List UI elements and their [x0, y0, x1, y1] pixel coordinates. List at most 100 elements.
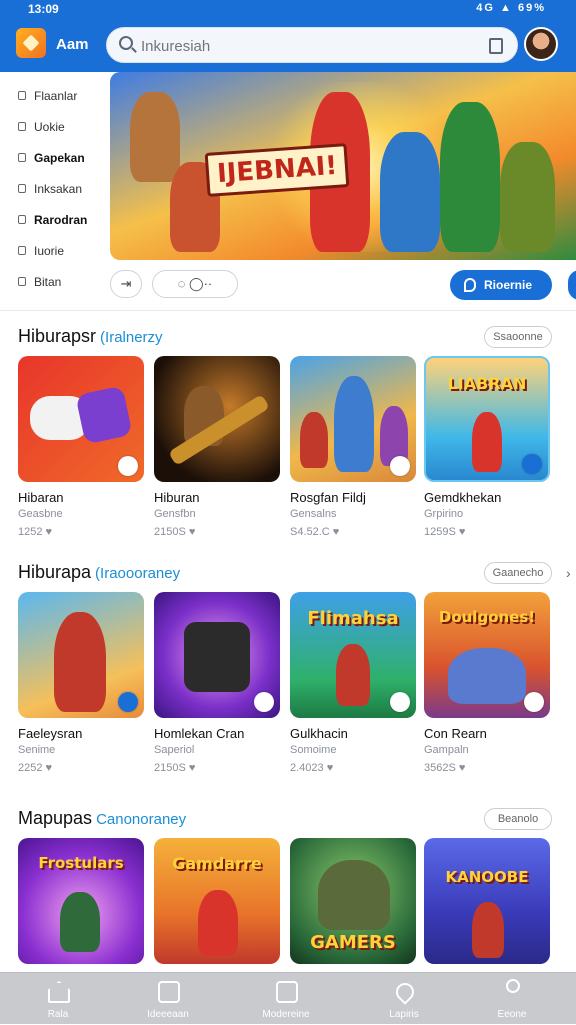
thumbnail-title: Frostulars [38, 854, 124, 872]
hero-character [500, 142, 555, 252]
character-shape [300, 412, 328, 468]
thumbnail-title: Gamdarre [172, 854, 262, 873]
game-rating: 2150S ♥ [154, 762, 196, 774]
sidebar-item-label: Flaanlar [34, 89, 78, 103]
game-rating: 2252 ♥ [18, 762, 53, 774]
sidebar-item-3[interactable]: Gapekan [0, 142, 108, 173]
game-thumbnail [18, 356, 144, 482]
nav-item-music[interactable]: Modereine [230, 973, 342, 1025]
game-rating: 1252 ♥ [18, 526, 53, 538]
badge-icon [118, 692, 138, 712]
game-genre: Geasbne [18, 508, 63, 520]
search-input[interactable] [141, 35, 471, 57]
sidebar-item-icon [18, 122, 26, 131]
game-name: Rosgfan Fildj [290, 490, 366, 505]
game-thumbnail [18, 592, 144, 718]
section-3: Mapupas Canonoraney Beanolo Frostulars Ga… [0, 808, 576, 972]
chevron-right-icon[interactable]: › [566, 565, 571, 581]
search-bar[interactable] [106, 27, 518, 63]
badge-icon [522, 454, 542, 474]
section-2: Hiburapa (Iraoooraney Gaanecho › Faeleysr… [0, 562, 576, 774]
sidebar-item-icon [18, 184, 26, 193]
thumbnail-title: KANOOBE [445, 868, 529, 886]
hero-banner[interactable]: IJEBNAI! [110, 72, 576, 260]
hero-character [130, 92, 180, 182]
hero-control-a[interactable]: ⇥ [110, 270, 142, 298]
status-icons: 4G ▲ 69% [476, 2, 546, 14]
game-rating: 2150S ♥ [154, 526, 196, 538]
avatar[interactable] [524, 27, 558, 61]
sidebar-item-1[interactable]: Flaanlar [0, 80, 108, 111]
game-thumbnail: Doulgones! [424, 592, 550, 718]
nav-item-calendar[interactable]: Ideeeaan [112, 973, 224, 1025]
section-subtitle[interactable]: Canonoraney [96, 811, 186, 828]
section-title-text: Hiburapa [18, 562, 92, 582]
sidebar-item-7[interactable]: Bitan [0, 266, 108, 297]
sidebar-item-icon [18, 215, 26, 224]
bottom-nav: Rala Ideeeaan Modereine Lapiris Eeone [0, 972, 576, 1024]
game-genre: Grpirino [424, 508, 464, 520]
game-name: Hibaran [18, 490, 64, 505]
section-see-all-button[interactable]: Beanolo [484, 808, 552, 830]
thumbnail-title: Flimahsa [307, 608, 399, 629]
character-shape [60, 892, 100, 952]
hero-character [440, 102, 500, 252]
section-subtitle[interactable]: (Iralnerzy [100, 329, 163, 346]
game-rating: S4.52.C ♥ [290, 526, 340, 538]
hero-character [380, 132, 440, 252]
hero-control-b[interactable]: ◌ ◯·· [152, 270, 238, 298]
sidebar-item-label: Uokie [34, 120, 65, 134]
sidebar-item-4[interactable]: Inksakan [0, 173, 108, 204]
game-thumbnail: Frostulars [18, 838, 144, 964]
sidebar: Flaanlar Uokie Gapekan Inksakan Rarodran… [0, 80, 108, 297]
search-icon [119, 36, 133, 50]
sidebar-item-icon [18, 246, 26, 255]
badge-icon [118, 456, 138, 476]
thumbnail-title: LIABRAN [447, 374, 527, 393]
badge-icon [390, 456, 410, 476]
sidebar-item-6[interactable]: Iuorie [0, 235, 108, 266]
app-logo-icon[interactable] [16, 28, 46, 58]
nav-item-profile[interactable]: Eeone [456, 973, 568, 1025]
nav-label: Ideeeaan [147, 1009, 189, 1020]
app-name: Aam [56, 36, 89, 53]
heart-icon [392, 979, 418, 1005]
user-icon [506, 979, 520, 993]
sidebar-item-label: Iuorie [34, 244, 65, 258]
badge-icon [524, 692, 544, 712]
game-genre: Saperiol [154, 744, 195, 756]
bookmark-icon[interactable] [489, 38, 503, 54]
sidebar-item-label: Rarodran [34, 213, 88, 227]
hero-cta-next[interactable] [568, 270, 576, 300]
divider [0, 310, 576, 311]
game-thumbnail [154, 592, 280, 718]
chat-icon [464, 278, 476, 292]
game-thumbnail: GAMERS [290, 838, 416, 964]
monster-shape [318, 860, 390, 930]
sidebar-item-icon [18, 153, 26, 162]
sidebar-item-5[interactable]: Rarodran [0, 204, 108, 235]
thumbnail-title: Doulgones! [438, 608, 536, 626]
nav-item-favorites[interactable]: Lapiris [348, 973, 460, 1025]
game-thumbnail: Flimahsa [290, 592, 416, 718]
nav-label: Modereine [262, 1009, 310, 1020]
character-shape [472, 902, 504, 958]
game-thumbnail [154, 356, 280, 482]
game-rating: 1259S ♥ [424, 526, 466, 538]
section-see-all-button[interactable]: Ssaoonne [484, 326, 552, 348]
nav-label: Eeone [497, 1009, 527, 1020]
game-name: Gemdkhekan [424, 490, 502, 505]
game-thumbnail: KANOOBE [424, 838, 550, 964]
thumbnail-title: GAMERS [310, 932, 396, 953]
nav-item-home[interactable]: Rala [2, 973, 114, 1025]
character-shape [336, 644, 370, 706]
hero-cta-button[interactable]: Rioernie [450, 270, 552, 300]
section-see-all-button[interactable]: Gaanecho [484, 562, 552, 584]
music-icon [276, 981, 298, 1003]
calendar-icon [158, 981, 180, 1003]
home-icon [48, 981, 70, 1003]
sidebar-item-2[interactable]: Uokie [0, 111, 108, 142]
status-time: 13:09 [28, 2, 59, 16]
section-subtitle[interactable]: (Iraoooraney [95, 565, 180, 582]
game-genre: Gampaln [424, 744, 469, 756]
